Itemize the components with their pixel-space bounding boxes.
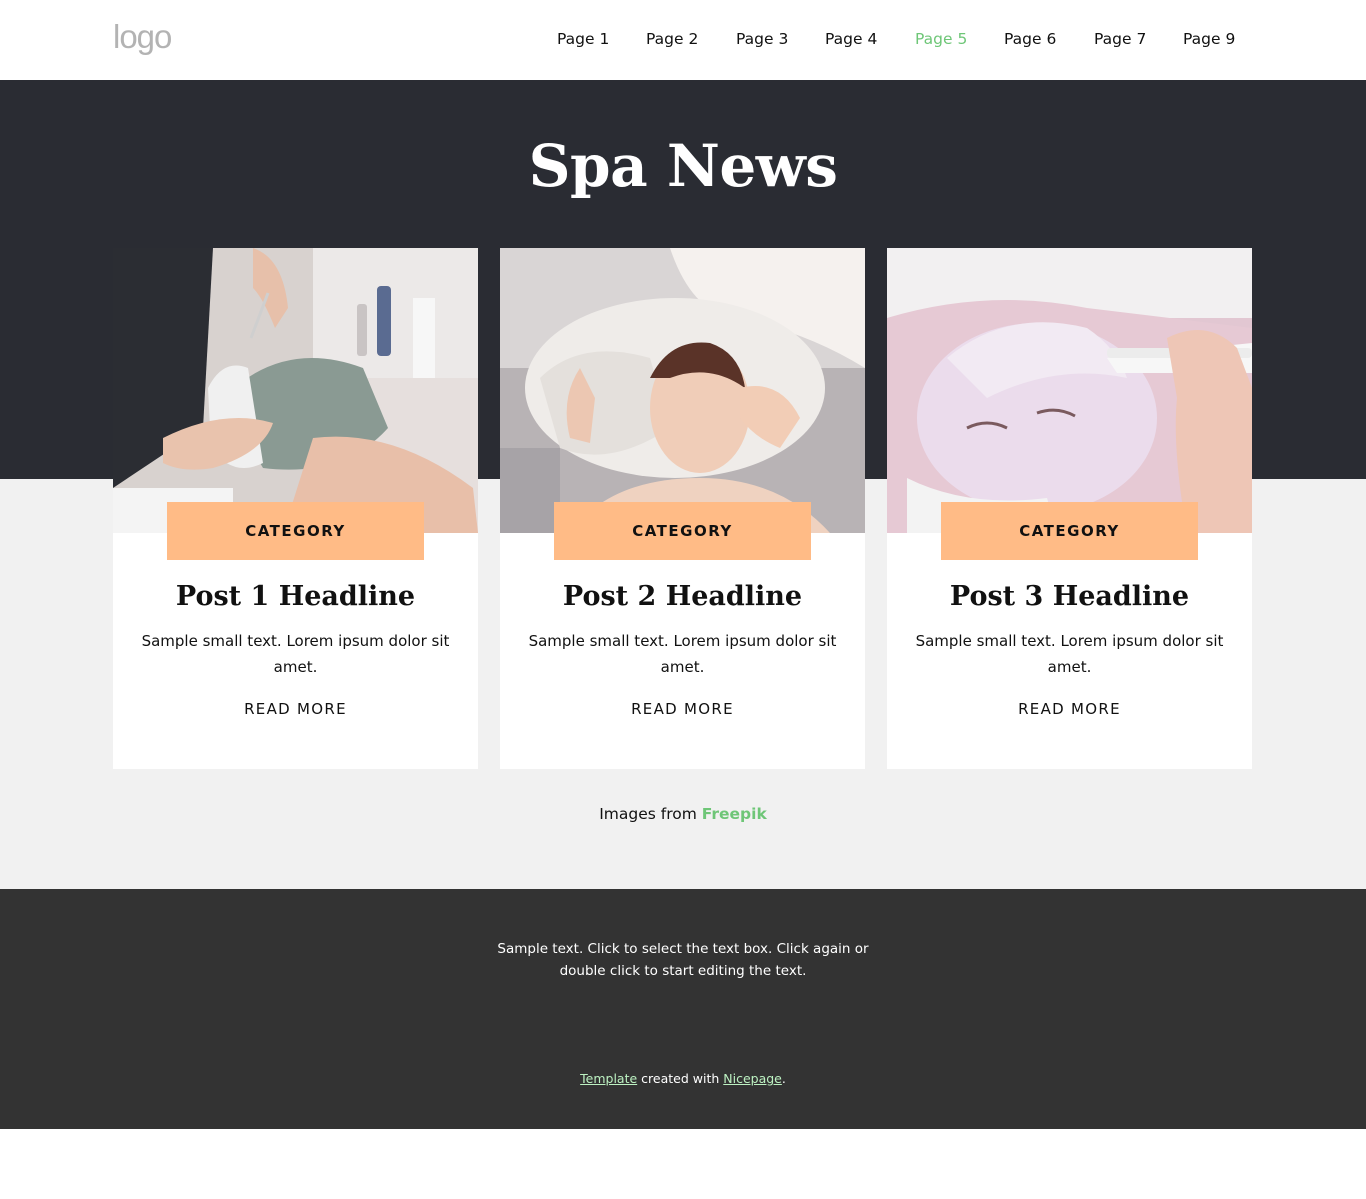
nicepage-link[interactable]: Nicepage (723, 1071, 782, 1086)
spa-facial-massage-photo (500, 248, 865, 533)
image-credit: Images from Freepik (0, 805, 1366, 823)
image-credit-prefix: Images from (599, 805, 697, 823)
footer-credit-middle: created with (641, 1071, 720, 1086)
category-badge[interactable]: CATEGORY (554, 502, 811, 560)
nav-item-page-2[interactable]: Page 2 (646, 30, 698, 48)
template-link[interactable]: Template (580, 1071, 637, 1086)
nav-item-page-4[interactable]: Page 4 (825, 30, 877, 48)
footer-credit-suffix: . (781, 1071, 786, 1086)
post-card-3: CATEGORY Post 3 Headline Sample small te… (887, 248, 1252, 769)
category-badge[interactable]: CATEGORY (167, 502, 424, 560)
post-headline[interactable]: Post 2 Headline (500, 581, 865, 612)
post-card-1: CATEGORY Post 1 Headline Sample small te… (113, 248, 478, 769)
post-excerpt: Sample small text. Lorem ipsum dolor sit… (915, 632, 1224, 676)
main-nav: Page 1 Page 2 Page 3 Page 4 Page 5 Page … (0, 30, 1366, 52)
nav-item-page-5[interactable]: Page 5 (915, 30, 967, 48)
read-more-link[interactable]: READ MORE (887, 700, 1252, 718)
post-image-facial-massage[interactable] (500, 248, 865, 533)
read-more-link[interactable]: READ MORE (500, 700, 865, 718)
read-more-link[interactable]: READ MORE (113, 700, 478, 718)
nav-item-page-9[interactable]: Page 9 (1183, 30, 1235, 48)
freepik-link[interactable]: Freepik (702, 805, 767, 823)
nav-item-page-6[interactable]: Page 6 (1004, 30, 1056, 48)
post-headline[interactable]: Post 1 Headline (113, 581, 478, 612)
footer-text: Sample text. Click to select the text bo… (497, 941, 869, 979)
post-card-2: CATEGORY Post 2 Headline Sample small te… (500, 248, 865, 769)
site-footer: Sample text. Click to select the text bo… (0, 889, 1366, 1129)
footer-credit: Template created with Nicepage. (0, 1071, 1366, 1086)
nav-item-page-7[interactable]: Page 7 (1094, 30, 1146, 48)
post-excerpt: Sample small text. Lorem ipsum dolor sit… (141, 632, 450, 676)
post-image-cream-mask[interactable] (887, 248, 1252, 533)
post-image-clay-mask[interactable] (113, 248, 478, 533)
category-badge[interactable]: CATEGORY (941, 502, 1198, 560)
nav-item-page-1[interactable]: Page 1 (557, 30, 609, 48)
page-title: Spa News (528, 132, 838, 200)
nav-item-page-3[interactable]: Page 3 (736, 30, 788, 48)
post-headline[interactable]: Post 3 Headline (887, 581, 1252, 612)
post-excerpt: Sample small text. Lorem ipsum dolor sit… (528, 632, 837, 676)
site-header: logo Page 1 Page 2 Page 3 Page 4 Page 5 … (0, 0, 1366, 80)
spa-clay-mask-photo (113, 248, 478, 533)
spa-cream-mask-photo (887, 248, 1252, 533)
